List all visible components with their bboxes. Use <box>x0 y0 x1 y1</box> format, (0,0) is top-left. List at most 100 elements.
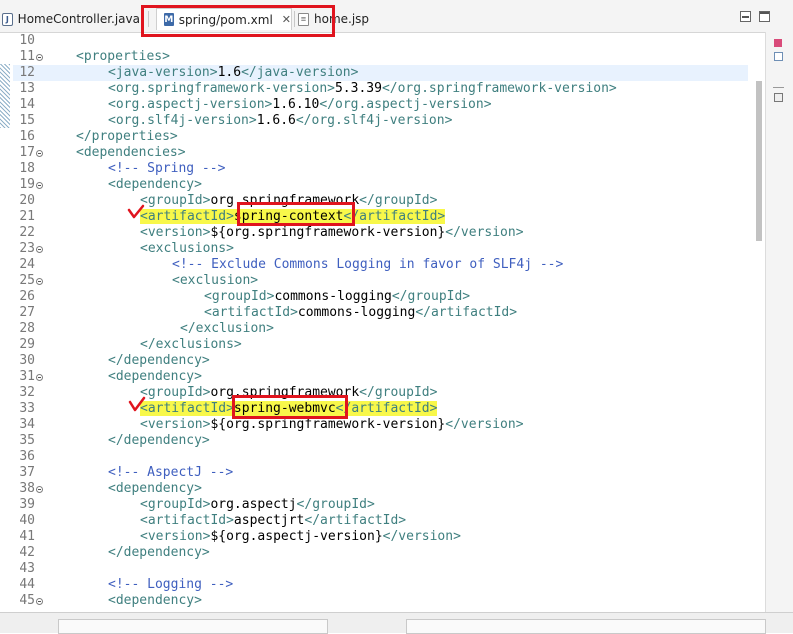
xml-value: commons-logging <box>297 305 416 320</box>
line-text: <dependencies> <box>76 145 186 161</box>
code-line[interactable]: 18 <!-- Spring --> <box>13 161 748 177</box>
code-line[interactable]: 41 <version>${org.aspectj-version}</versi… <box>13 529 748 545</box>
line-number: 39 <box>19 497 35 512</box>
code-line[interactable]: 10 <box>13 33 748 49</box>
xml-comment: <!-- Logging --> <box>108 577 234 592</box>
line-text: </dependency> <box>108 545 210 561</box>
fold-toggle-icon[interactable] <box>36 246 43 253</box>
code-line[interactable]: 30 </dependency> <box>13 353 748 369</box>
code-line[interactable]: 35 </dependency> <box>13 433 748 449</box>
code-line[interactable]: 34 <version>${org.springframework-version… <box>13 417 748 433</box>
code-line[interactable]: 15 <org.slf4j-version>1.6.6</org.slf4j-ve… <box>13 113 748 129</box>
java-file-icon: J <box>2 12 13 26</box>
code-line[interactable]: 12 <java-version>1.6</java-version> <box>13 65 748 81</box>
fold-toggle-icon[interactable] <box>36 182 43 189</box>
line-text: <!-- Logging --> <box>108 577 233 593</box>
line-text: <groupId>commons-logging</groupId> <box>204 289 470 305</box>
xml-tag: <dependency> <box>108 593 202 608</box>
code-line[interactable]: 31 <dependency> <box>13 369 748 385</box>
code-line[interactable]: 42 </dependency> <box>13 545 748 561</box>
line-text: <!-- Exclude Commons Logging in favor of… <box>172 257 563 273</box>
xml-tag: <groupId> <box>140 497 211 512</box>
outline-icon[interactable] <box>774 39 782 47</box>
line-number: 25 <box>19 273 35 288</box>
line-text: <dependency> <box>108 481 202 497</box>
code-line[interactable]: 20 <groupId>org.springframework</groupId> <box>13 193 748 209</box>
xml-tag: </artifactId> <box>335 401 438 416</box>
code-line[interactable]: 27 <artifactId>commons-logging</artifactI… <box>13 305 748 321</box>
fold-toggle-icon[interactable] <box>36 150 43 157</box>
code-line[interactable]: 28 </exclusion> <box>13 321 748 337</box>
fold-toggle-icon[interactable] <box>36 598 43 605</box>
xml-comment: <!-- Spring --> <box>108 161 226 176</box>
code-line[interactable]: 43 <box>13 561 748 577</box>
code-line[interactable]: 17 <dependencies> <box>13 145 748 161</box>
xml-tag: <groupId> <box>140 385 211 400</box>
xml-editor[interactable]: 10 11 <properties> 12 <java-version>1.6</jav… <box>0 32 765 613</box>
line-number: 29 <box>19 337 35 352</box>
line-text: </exclusion> <box>180 321 274 337</box>
code-line[interactable]: 45 <dependency> <box>13 593 748 609</box>
xml-tag: <java-version> <box>108 65 218 80</box>
line-text: <dependency> <box>108 177 202 193</box>
xml-tag: </properties> <box>76 129 178 144</box>
code-line[interactable]: 13 <org.springframework-version>5.3.39</o… <box>13 81 748 97</box>
line-text: <org.aspectj-version>1.6.10</org.aspectj… <box>108 97 492 113</box>
maximize-icon[interactable] <box>759 11 770 22</box>
xml-tag: <dependency> <box>108 369 202 384</box>
code-line[interactable]: 44 <!-- Logging --> <box>13 577 748 593</box>
code-line[interactable]: 26 <groupId>commons-logging</groupId> <box>13 289 748 305</box>
annotation-ruler <box>0 33 13 613</box>
code-line[interactable]: 11 <properties> <box>13 49 748 65</box>
code-line[interactable]: 21 <artifactId>spring-context</artifactId… <box>13 209 748 225</box>
red-box-spring-context <box>237 202 355 226</box>
vertical-scrollbar[interactable] <box>753 33 765 612</box>
line-text: <version>${org.springframework-version}<… <box>140 225 524 241</box>
red-box-tab-pom <box>141 5 335 37</box>
code-line[interactable]: 14 <org.aspectj-version>1.6.10</org.aspec… <box>13 97 748 113</box>
xml-comment: <!-- Exclude Commons Logging in favor of… <box>172 257 564 272</box>
code-line[interactable]: 32 <groupId>org.springframework</groupId> <box>13 385 748 401</box>
code-line[interactable]: 24 <!-- Exclude Commons Logging in favor … <box>13 257 748 273</box>
xml-tag: </artifactId> <box>304 513 407 528</box>
xml-tag: <exclusions> <box>140 241 234 256</box>
fold-toggle-icon[interactable] <box>36 486 43 493</box>
code-line[interactable]: 37 <!-- AspectJ --> <box>13 465 748 481</box>
fold-toggle-icon[interactable] <box>36 54 43 61</box>
xml-tag: <artifactId> <box>204 305 298 320</box>
code-line[interactable]: 16 </properties> <box>13 129 748 145</box>
line-number: 20 <box>19 193 35 208</box>
code-area[interactable]: 10 11 <properties> 12 <java-version>1.6</jav… <box>13 33 753 613</box>
minimize-icon[interactable] <box>740 11 751 22</box>
code-line[interactable]: 25 <exclusion> <box>13 273 748 289</box>
code-line[interactable]: 38 <dependency> <box>13 481 748 497</box>
xml-tag: <groupId> <box>204 289 275 304</box>
code-line[interactable]: 23 <exclusions> <box>13 241 748 257</box>
horizontal-scrollbar[interactable] <box>58 619 328 634</box>
code-line[interactable]: 33 <artifactId>spring-webmvc</artifactId> <box>13 401 748 417</box>
fold-toggle-icon[interactable] <box>36 278 43 285</box>
line-text: <artifactId>aspectjrt</artifactId> <box>140 513 406 529</box>
task-list-icon[interactable] <box>774 52 783 61</box>
xml-tag: <artifactId> <box>140 513 234 528</box>
code-line[interactable]: 22 <version>${org.springframework-version… <box>13 225 748 241</box>
line-text: <org.springframework-version>5.3.39</org… <box>108 81 617 97</box>
xml-tag: <artifactId> <box>140 401 234 416</box>
fold-toggle-icon[interactable] <box>36 374 43 381</box>
code-line[interactable]: 19 <dependency> <box>13 177 748 193</box>
line-text: </dependency> <box>108 353 210 369</box>
quick-access-icon[interactable] <box>774 93 783 102</box>
xml-tag: <org.slf4j-version> <box>108 113 257 128</box>
scrollbar-thumb[interactable] <box>756 81 762 241</box>
code-line[interactable]: 39 <groupId>org.aspectj</groupId> <box>13 497 748 513</box>
code-line[interactable]: 29 </exclusions> <box>13 337 748 353</box>
code-line[interactable]: 36 <box>13 449 748 465</box>
code-line[interactable]: 40 <artifactId>aspectjrt</artifactId> <box>13 513 748 529</box>
line-text: <!-- AspectJ --> <box>108 465 233 481</box>
line-number: 43 <box>19 561 35 576</box>
xml-tag: </artifactId> <box>415 305 518 320</box>
xml-tag: <org.aspectj-version> <box>108 97 273 112</box>
xml-value: commons-logging <box>274 289 392 304</box>
tab-home-controller[interactable]: J HomeController.java <box>2 8 140 30</box>
line-number: 21 <box>19 209 35 224</box>
